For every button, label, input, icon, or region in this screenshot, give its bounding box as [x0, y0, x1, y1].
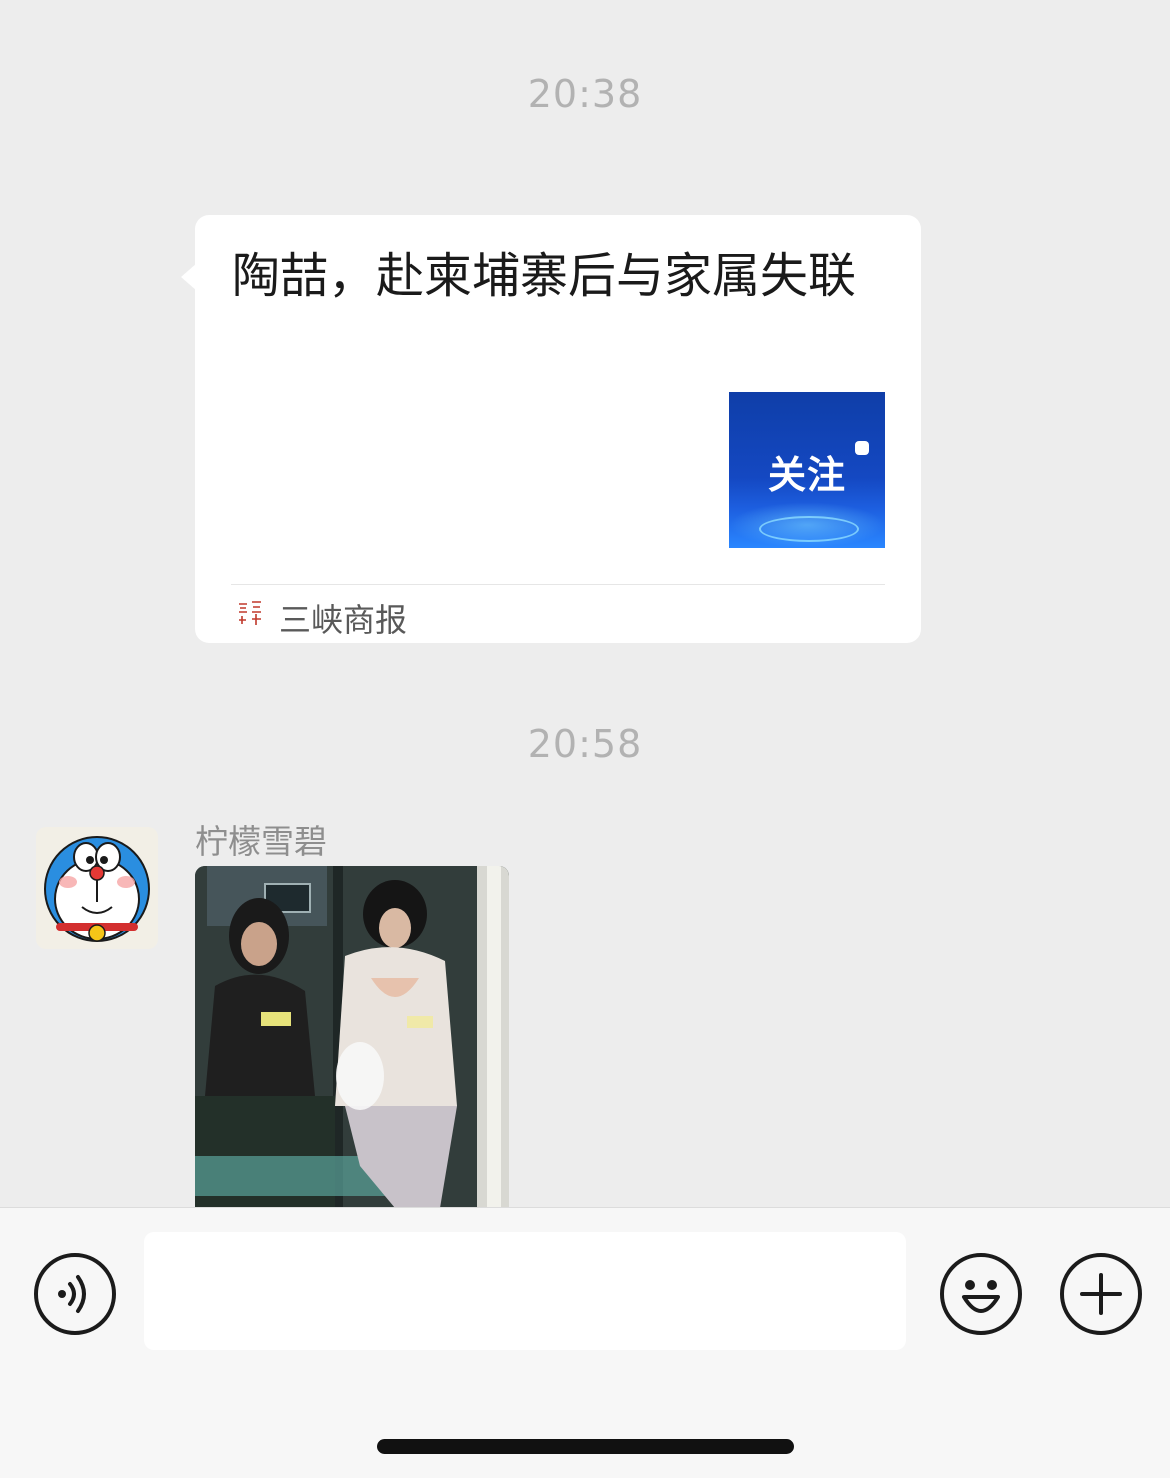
sanxia-shangbao-logo-icon	[239, 601, 261, 625]
image-message[interactable]	[195, 866, 509, 1208]
article-title: 陶喆，赴柬埔寨后与家属失联	[232, 248, 857, 304]
emoji-icon	[962, 1280, 1000, 1313]
bubble-tail	[181, 263, 197, 291]
thumbnail-ring	[759, 516, 859, 542]
thumbnail-badge	[855, 441, 869, 455]
voice-icon	[58, 1275, 86, 1313]
sender-name: 柠檬雪碧	[195, 822, 327, 861]
emoji-button[interactable]	[940, 1253, 1022, 1335]
article-card[interactable]: 陶喆，赴柬埔寨后与家属失联 关注 三峡商报	[181, 215, 921, 643]
message-input[interactable]	[144, 1232, 906, 1350]
home-indicator	[377, 1439, 794, 1454]
timestamp: 20:58	[527, 722, 643, 766]
article-thumbnail: 关注	[729, 392, 885, 548]
plus-icon	[1080, 1273, 1122, 1315]
plus-button[interactable]	[1060, 1253, 1142, 1335]
source-name: 三峡商报	[279, 601, 408, 639]
voice-button[interactable]	[34, 1253, 116, 1335]
timestamp: 20:38	[527, 72, 643, 116]
photo-content	[195, 866, 509, 1208]
avatar-drawing	[44, 836, 150, 942]
doraemon-avatar-icon[interactable]	[36, 827, 158, 949]
input-bar	[0, 1207, 1170, 1478]
divider	[231, 584, 885, 585]
